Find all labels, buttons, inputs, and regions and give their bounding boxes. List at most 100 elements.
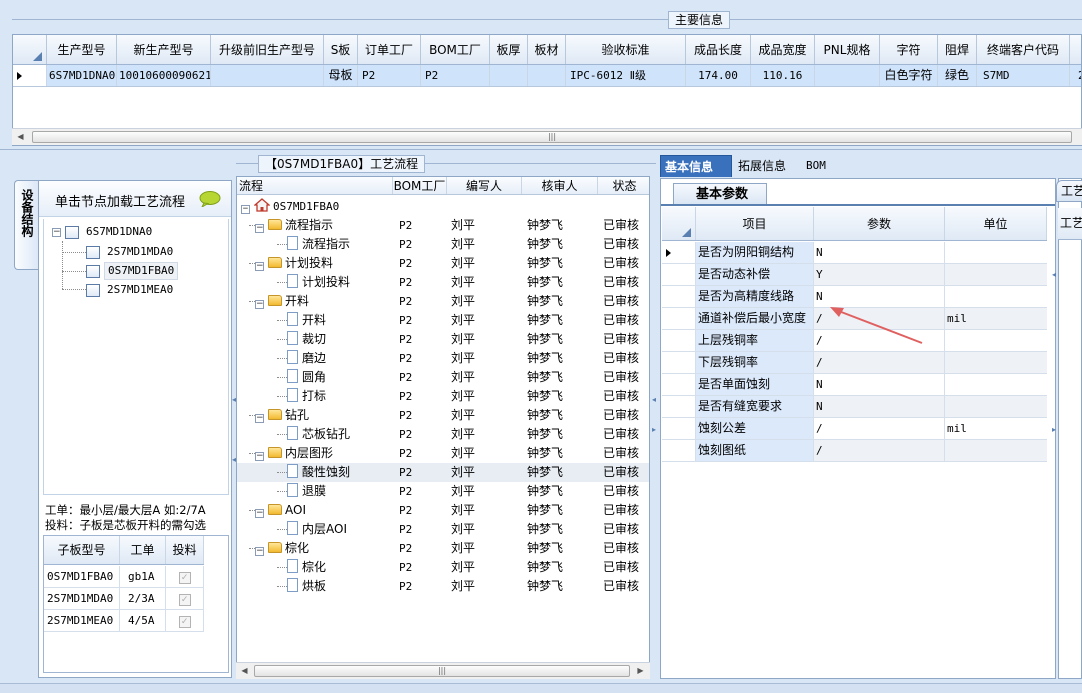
param-row[interactable]: 是否为阴阳铜结构 N: [662, 242, 1047, 264]
col-header[interactable]: 板厚: [490, 35, 528, 64]
process-row[interactable]: 流程指示 P2 刘平 钟梦飞 已审核: [237, 235, 649, 254]
row-indicator[interactable]: [662, 286, 696, 307]
process-row[interactable]: 酸性蚀刻 P2 刘平 钟梦飞 已审核: [237, 463, 649, 482]
cell-sub-model[interactable]: 0S7MD1FBA0: [44, 566, 120, 587]
status-cell[interactable]: 已审核: [603, 444, 639, 463]
flow-cell[interactable]: 打标: [287, 387, 326, 406]
cell-order[interactable]: 4/5A: [120, 610, 166, 631]
reviewer-cell[interactable]: 钟梦飞: [527, 216, 563, 235]
status-cell[interactable]: 已审核: [603, 216, 639, 235]
cell-old-model[interactable]: [211, 65, 324, 86]
process-row[interactable]: − 流程指示 P2 刘平 钟梦飞 已审核: [237, 216, 649, 235]
flow-cell[interactable]: 内层AOI: [287, 520, 347, 539]
reviewer-cell[interactable]: 钟梦飞: [527, 520, 563, 539]
col-header[interactable]: 状态: [598, 177, 649, 194]
col-header[interactable]: 订单工厂: [358, 35, 421, 64]
writer-cell[interactable]: 刘平: [451, 577, 475, 596]
process-row[interactable]: 磨边 P2 刘平 钟梦飞 已审核: [237, 349, 649, 368]
writer-cell[interactable]: 刘平: [451, 539, 475, 558]
select-all-corner[interactable]: [662, 207, 696, 240]
flow-cell[interactable]: − 0S7MD1FBA0: [241, 197, 339, 216]
flow-cell[interactable]: 计划投料: [287, 273, 350, 292]
col-header[interactable]: 工艺: [1058, 208, 1082, 240]
status-cell[interactable]: 已审核: [603, 539, 639, 558]
writer-cell[interactable]: 刘平: [451, 254, 475, 273]
collapse-icon[interactable]: −: [52, 227, 61, 237]
collapse-icon[interactable]: −: [255, 452, 264, 461]
status-cell[interactable]: 已审核: [603, 273, 639, 292]
collapse-icon[interactable]: −: [241, 205, 250, 214]
collapse-icon[interactable]: −: [255, 300, 264, 309]
reviewer-cell[interactable]: 钟梦飞: [527, 463, 563, 482]
splitter-right[interactable]: ◂ ▸: [1052, 170, 1056, 680]
col-header[interactable]: 编写人: [447, 177, 522, 194]
col-header[interactable]: 阻焊: [938, 35, 977, 64]
col-header[interactable]: 终端客户代码: [977, 35, 1070, 64]
status-cell[interactable]: 已审核: [603, 330, 639, 349]
process-row[interactable]: 退膜 P2 刘平 钟梦飞 已审核: [237, 482, 649, 501]
reviewer-cell[interactable]: 钟梦飞: [527, 273, 563, 292]
reviewer-cell[interactable]: 钟梦飞: [527, 254, 563, 273]
writer-cell[interactable]: 刘平: [451, 558, 475, 577]
bom-cell[interactable]: P2: [399, 273, 412, 292]
process-row[interactable]: 圆角 P2 刘平 钟梦飞 已审核: [237, 368, 649, 387]
horizontal-scrollbar[interactable]: ◀ ||| ▶: [236, 662, 650, 679]
col-header[interactable]: 成品宽度: [751, 35, 815, 64]
flow-cell[interactable]: 烘板: [287, 577, 326, 596]
flow-cell[interactable]: 芯板钻孔: [287, 425, 350, 444]
flow-cell[interactable]: − 流程指示: [255, 216, 333, 235]
collapse-icon[interactable]: −: [255, 262, 264, 271]
col-header[interactable]: BOM工厂: [421, 35, 490, 64]
status-cell[interactable]: 已审核: [603, 482, 639, 501]
cell-solder[interactable]: 绿色: [938, 65, 977, 86]
param-row[interactable]: 蚀刻公差 / mil: [662, 418, 1047, 440]
writer-cell[interactable]: 刘平: [451, 368, 475, 387]
tree-node[interactable]: 2S7MD1MEA0: [86, 281, 176, 299]
flow-cell[interactable]: 裁切: [287, 330, 326, 349]
reviewer-cell[interactable]: 钟梦飞: [527, 330, 563, 349]
col-header[interactable]: 升级前旧生产型号: [211, 35, 324, 64]
process-row[interactable]: 开料 P2 刘平 钟梦飞 已审核: [237, 311, 649, 330]
row-indicator[interactable]: [662, 264, 696, 285]
bom-cell[interactable]: P2: [399, 349, 412, 368]
param-value[interactable]: /: [814, 352, 945, 373]
flow-cell[interactable]: 棕化: [287, 558, 326, 577]
col-header[interactable]: 字符: [880, 35, 938, 64]
writer-cell[interactable]: 刘平: [451, 425, 475, 444]
collapse-icon[interactable]: −: [255, 509, 264, 518]
param-unit[interactable]: mil: [945, 308, 1047, 329]
process-row[interactable]: 芯板钻孔 P2 刘平 钟梦飞 已审核: [237, 425, 649, 444]
col-header[interactable]: 投料: [166, 536, 204, 564]
reviewer-cell[interactable]: 钟梦飞: [527, 425, 563, 444]
col-header[interactable]: 流程: [237, 177, 393, 194]
row-indicator[interactable]: [662, 242, 696, 263]
param-row[interactable]: 是否有缝宽要求 N: [662, 396, 1047, 418]
bom-cell[interactable]: P2: [399, 330, 412, 349]
tab-basic-params[interactable]: 基本参数: [673, 183, 768, 205]
row-indicator[interactable]: [662, 440, 696, 461]
bom-cell[interactable]: P2: [399, 425, 412, 444]
col-header[interactable]: 板材: [528, 35, 566, 64]
process-row[interactable]: 计划投料 P2 刘平 钟梦飞 已审核: [237, 273, 649, 292]
cell-model[interactable]: 6S7MD1DNA0: [47, 65, 117, 86]
row-indicator[interactable]: [662, 396, 696, 417]
flow-cell[interactable]: − 计划投料: [255, 254, 333, 273]
cell-length[interactable]: 174.00: [686, 65, 751, 86]
param-unit[interactable]: [945, 330, 1047, 351]
status-cell[interactable]: 已审核: [603, 406, 639, 425]
bom-cell[interactable]: P2: [399, 387, 412, 406]
col-header[interactable]: 验收标准: [566, 35, 686, 64]
table-row[interactable]: 6S7MD1DNA0 10010600090621 母板 P2 P2 IPC-6…: [13, 65, 1081, 87]
process-row[interactable]: − AOI P2 刘平 钟梦飞 已审核: [237, 501, 649, 520]
param-value[interactable]: /: [814, 418, 945, 439]
param-value[interactable]: N: [814, 396, 945, 417]
status-cell[interactable]: 已审核: [603, 501, 639, 520]
scroll-left-icon[interactable]: ◀: [12, 129, 29, 145]
cell-pnl[interactable]: [815, 65, 880, 86]
writer-cell[interactable]: 刘平: [451, 444, 475, 463]
collapse-icon[interactable]: −: [255, 224, 264, 233]
process-row[interactable]: 打标 P2 刘平 钟梦飞 已审核: [237, 387, 649, 406]
param-unit[interactable]: [945, 286, 1047, 307]
writer-cell[interactable]: 刘平: [451, 292, 475, 311]
scroll-thumb[interactable]: |||: [32, 131, 1072, 143]
